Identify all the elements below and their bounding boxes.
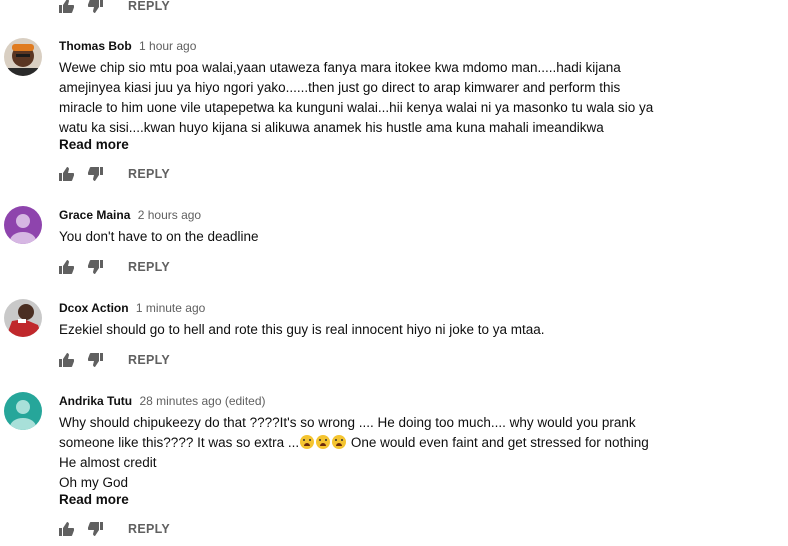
reply-button[interactable]: REPLY [128,260,170,274]
comment-line: Ezekiel should go to hell and rote this … [59,322,545,337]
comment-text: You don't have to on the deadline [59,227,679,247]
action-row: REPLY [58,350,170,370]
thumb-down-icon[interactable] [88,0,104,14]
thumb-down-icon[interactable] [88,259,104,275]
comment-line: Wewe chip sio mtu poa walai,yaan utaweza… [59,60,621,75]
avatar[interactable] [4,38,42,76]
reply-button[interactable]: REPLY [128,522,170,536]
comment-line: He almost credit [59,455,157,470]
comment-line: You don't have to on the deadline [59,229,259,244]
crying-face-icon [316,435,331,449]
comment-time[interactable]: 28 minutes ago (edited) [139,394,265,408]
action-row-top: REPLY [58,0,170,16]
avatar[interactable] [4,392,42,430]
thumb-up-icon[interactable] [58,352,74,368]
thumb-up-icon[interactable] [58,166,74,182]
author-name[interactable]: Grace Maina [59,208,130,222]
comment-line: watu ka sisi....kwan huyo kijana si alik… [59,120,604,135]
avatar[interactable] [4,206,42,244]
comment-text: Why should chipukeezy do that ????It's s… [59,413,679,493]
crying-face-icon [332,435,347,449]
comment-time[interactable]: 2 hours ago [138,208,201,222]
comment-line: Oh my God [59,475,129,490]
comment-time[interactable]: 1 hour ago [139,39,196,53]
crying-face-icon [300,435,315,449]
reply-button[interactable]: REPLY [128,167,170,181]
avatar[interactable] [4,299,42,337]
read-more-button[interactable]: Read more [59,492,129,507]
reply-button[interactable]: REPLY [128,0,170,13]
author-name[interactable]: Thomas Bob [59,39,132,53]
thumb-down-icon[interactable] [88,166,104,182]
comment-line: Why should chipukeezy do that ????It's s… [59,415,636,430]
author-name[interactable]: Dcox Action [59,301,129,315]
action-row: REPLY [58,164,170,184]
comment-line: miracle to him uone vile utapepetwa ka k… [59,100,654,115]
thumb-up-icon[interactable] [58,259,74,275]
comment-line-with-emoji: someone like this???? It was so extra ..… [59,433,679,453]
comment-text: Wewe chip sio mtu poa walai,yaan utaweza… [59,58,679,138]
thumb-up-icon[interactable] [58,521,74,537]
thumb-down-icon[interactable] [88,352,104,368]
author-line: Thomas Bob 1 hour ago [59,39,196,53]
comment-line-end: One would even faint and get stressed fo… [347,435,649,450]
read-more-button[interactable]: Read more [59,137,129,152]
author-line: Dcox Action 1 minute ago [59,301,205,315]
comment-line: amejinyea kiasi juu ya hiyo ngori yako..… [59,80,621,95]
comment-line-start: someone like this???? It was so extra ..… [59,435,300,450]
author-name[interactable]: Andrika Tutu [59,394,132,408]
comment-time[interactable]: 1 minute ago [136,301,205,315]
action-row: REPLY [58,257,170,277]
author-line: Grace Maina 2 hours ago [59,208,201,222]
thumb-up-icon[interactable] [58,0,74,14]
comment-text: Ezekiel should go to hell and rote this … [59,320,679,340]
author-line: Andrika Tutu 28 minutes ago (edited) [59,394,266,408]
thumb-down-icon[interactable] [88,521,104,537]
reply-button[interactable]: REPLY [128,353,170,367]
action-row: REPLY [58,519,170,539]
